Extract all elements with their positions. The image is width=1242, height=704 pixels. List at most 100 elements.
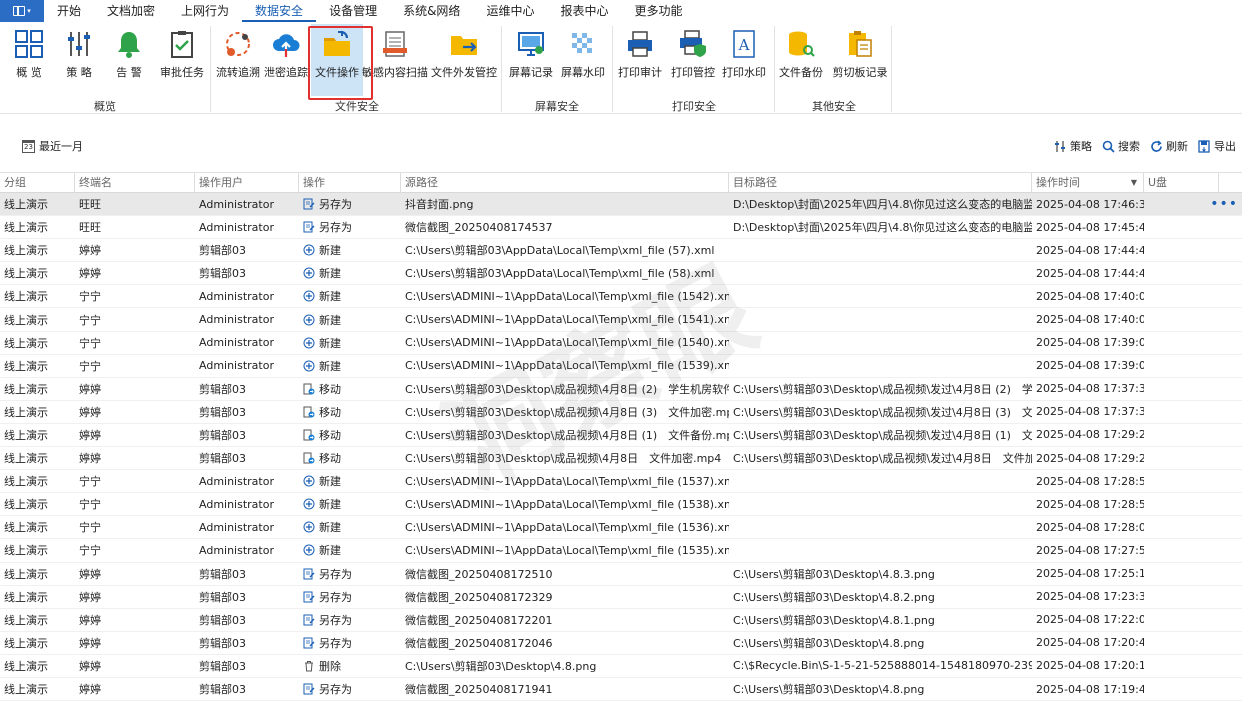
cell-time: 2025-04-08 17:27:59 (1036, 543, 1144, 557)
cell-usb (1144, 193, 1219, 215)
ribbon-button-printer-shield[interactable]: 打印管控 (667, 24, 719, 96)
menu-tab[interactable]: 开始 (44, 0, 94, 22)
table-row[interactable]: 线上演示 婷婷 剪辑部03 移动 C:\Users\剪辑部03\Desktop\成品视频… (0, 424, 1242, 448)
ribbon-button-folder-arrow[interactable]: 文件外发管控 (429, 24, 499, 96)
ribbon-button-cloud-upload[interactable]: 泄密追踪 (262, 24, 310, 96)
ribbon-button-label: 流转追溯 (216, 66, 260, 79)
table-row[interactable]: 线上演示 宁宁 Administrator 新建 C:\Users\ADMINI~1\A… (0, 308, 1242, 332)
menu-tab[interactable]: 更多功能 (621, 0, 695, 22)
cell-usb (1144, 355, 1219, 377)
ribbon-button-label: 打印水印 (722, 66, 766, 79)
cell-user: 剪辑部03 (199, 382, 246, 396)
menu-tab[interactable]: 运维中心 (473, 0, 547, 22)
table-row[interactable]: 线上演示 宁宁 Administrator 新建 C:\Users\ADMINI~1\A… (0, 332, 1242, 355)
menu-tab[interactable]: 报表中心 (547, 0, 621, 22)
cell-terminal: 婷婷 (79, 659, 101, 673)
table-row[interactable]: 线上演示 宁宁 Administrator 新建 C:\Users\ADMINI~1\A… (0, 539, 1242, 563)
column-header-time[interactable]: 操作时间 ▼ (1032, 173, 1144, 193)
menu-tab[interactable]: 设备管理 (316, 0, 390, 22)
cell-terminal: 婷婷 (79, 382, 101, 396)
more-options-icon[interactable]: ••• (1210, 197, 1238, 211)
strategy-button[interactable]: 策略 (1054, 138, 1092, 154)
table-row[interactable]: 线上演示 旺旺 Administrator 另存为 微信截图_2025040817453… (0, 216, 1242, 240)
table-row[interactable]: 线上演示 旺旺 Administrator 另存为 抖音封面.png D:\Desktop… (0, 193, 1242, 217)
menu-tab[interactable]: 上网行为 (168, 0, 242, 22)
table-row[interactable]: 线上演示 婷婷 剪辑部03 新建 C:\Users\剪辑部03\AppData\Loca… (0, 239, 1242, 263)
table-row[interactable]: 线上演示 婷婷 剪辑部03 另存为 微信截图_20250408172046 C:\User… (0, 632, 1242, 655)
ribbon-button-checker[interactable]: 屏幕水印 (557, 24, 609, 96)
ribbon-button-clipboard-check[interactable]: 审批任务 (156, 24, 208, 96)
ribbon-button-sliders[interactable]: 策 略 (58, 24, 100, 96)
ribbon-button-document-a[interactable]: A 打印水印 (718, 24, 770, 96)
table-row[interactable]: 线上演示 婷婷 剪辑部03 新建 C:\Users\剪辑部03\AppData\Loca… (0, 262, 1242, 286)
cell-time: 2025-04-08 17:20:16 (1036, 659, 1144, 673)
table-row[interactable]: 线上演示 宁宁 Administrator 新建 C:\Users\ADMINI~1\A… (0, 516, 1242, 540)
table-header: 分组 终端名 操作用户 操作 源路径 目标路径 操作时间 ▼ U盘 (0, 172, 1242, 193)
table-row[interactable]: 线上演示 婷婷 剪辑部03 另存为 微信截图_20250408172329 C:\User… (0, 586, 1242, 609)
column-header-usb[interactable]: U盘 (1144, 173, 1219, 193)
date-range-selector[interactable]: 23 最近一月 (22, 138, 83, 154)
cell-dst (729, 493, 1032, 515)
table-row[interactable]: 线上演示 宁宁 Administrator 新建 C:\Users\ADMINI~1\A… (0, 470, 1242, 494)
table-row[interactable]: 线上演示 婷婷 剪辑部03 另存为 微信截图_20250408172201 C:\User… (0, 609, 1242, 632)
cell-operation: 另存为 (299, 632, 401, 654)
operation-tag: 另存为 (303, 612, 352, 628)
search-button[interactable]: 搜索 (1102, 138, 1140, 154)
ribbon-button-grid[interactable]: 概 览 (8, 24, 50, 96)
cell-group: 线上演示 (4, 405, 48, 419)
column-header-source-path[interactable]: 源路径 (401, 173, 729, 193)
cell-operation: 移动 (299, 447, 401, 469)
operation-label: 另存为 (319, 590, 352, 604)
save-as-icon (303, 198, 315, 210)
cell-user: 剪辑部03 (199, 659, 246, 673)
app-menu-button[interactable]: ▾ (0, 0, 44, 22)
move-icon (303, 383, 315, 395)
table-row[interactable]: 线上演示 宁宁 Administrator 新建 C:\Users\ADMINI~1\A… (0, 285, 1242, 309)
cell-group: 线上演示 (4, 428, 48, 442)
export-button[interactable]: 导出 (1198, 138, 1236, 154)
new-icon (303, 267, 315, 279)
new-icon (303, 337, 315, 349)
cell-group: 线上演示 (4, 313, 48, 327)
cell-usb (1144, 563, 1219, 585)
ribbon-button-database-search[interactable]: 文件备份 (778, 24, 824, 96)
table-row[interactable]: 线上演示 婷婷 剪辑部03 移动 C:\Users\剪辑部03\Desktop\成品视频… (0, 401, 1242, 424)
cell-time: 2025-04-08 17:39:03 (1036, 359, 1144, 373)
group-separator (891, 26, 892, 112)
operation-label: 新建 (319, 290, 341, 304)
table-row[interactable]: 线上演示 婷婷 剪辑部03 另存为 微信截图_20250408171941 C:\User… (0, 678, 1242, 702)
cell-usb (1144, 239, 1219, 261)
table-row[interactable]: 线上演示 婷婷 剪辑部03 另存为 微信截图_20250408172510 C:\User… (0, 563, 1242, 586)
table-row[interactable]: 线上演示 婷婷 剪辑部03 移动 C:\Users\剪辑部03\Desktop\成品视频… (0, 378, 1242, 401)
ribbon-button-printer[interactable]: 打印审计 (617, 24, 663, 96)
ribbon-button-clipboard[interactable]: 剪切板记录 (829, 24, 891, 96)
menu-tab[interactable]: 数据安全 (242, 0, 317, 22)
column-header-group[interactable]: 分组 (0, 173, 75, 193)
table-row[interactable]: 线上演示 宁宁 Administrator 新建 C:\Users\ADMINI~1\A… (0, 355, 1242, 378)
ribbon-button-trace[interactable]: 流转追溯 (212, 24, 264, 96)
ribbon-button-label: 概 览 (16, 66, 42, 79)
document-scan-icon (379, 28, 411, 60)
cell-dst (729, 516, 1032, 538)
column-header-terminal[interactable]: 终端名 (75, 173, 195, 193)
menu-tab[interactable]: 系统&网络 (390, 0, 473, 22)
ribbon-button-monitor[interactable]: 屏幕记录 (505, 24, 557, 96)
highlight-box (308, 26, 373, 100)
ribbon-button-bell[interactable]: 告 警 (108, 24, 150, 96)
menu-tab[interactable]: 文档加密 (94, 0, 168, 22)
column-header-operation[interactable]: 操作 (299, 173, 401, 193)
cell-group: 线上演示 (4, 382, 48, 396)
cell-time: 2025-04-08 17:19:45 (1036, 682, 1144, 696)
search-label: 搜索 (1118, 140, 1140, 153)
column-header-target-path[interactable]: 目标路径 (729, 173, 1032, 193)
operation-tag: 新建 (303, 265, 341, 281)
refresh-button[interactable]: 刷新 (1150, 138, 1188, 154)
cell-src: C:\Users\剪辑部03\AppData\Local\Temp\xml_fi… (405, 267, 715, 281)
cell-src: C:\Users\剪辑部03\Desktop\成品视频\4月8日 (1) 文件备… (405, 428, 729, 442)
sliders-icon (1055, 140, 1065, 152)
table-row[interactable]: 线上演示 婷婷 剪辑部03 移动 C:\Users\剪辑部03\Desktop\成品视频… (0, 447, 1242, 471)
table-row[interactable]: 线上演示 婷婷 剪辑部03 删除 C:\Users\剪辑部03\Desktop\4.8.… (0, 655, 1242, 678)
operation-tag: 新建 (303, 288, 341, 304)
column-header-user[interactable]: 操作用户 (195, 173, 299, 193)
table-row[interactable]: 线上演示 宁宁 Administrator 新建 C:\Users\ADMINI~1\A… (0, 493, 1242, 517)
